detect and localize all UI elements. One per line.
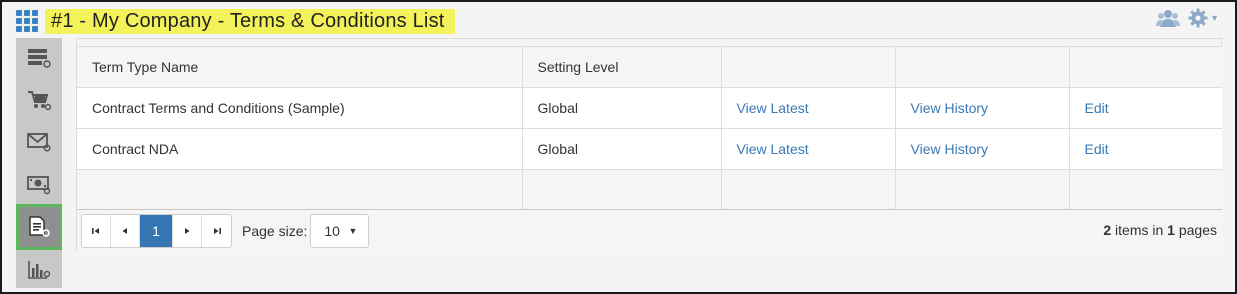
term-type-name-cell: Contract Terms and Conditions (Sample): [77, 87, 523, 129]
page-size-select[interactable]: 10 ▼: [310, 214, 370, 248]
sidebar: [16, 38, 62, 288]
money-settings-icon: [27, 176, 51, 195]
sidebar-item-cart[interactable]: [16, 80, 62, 120]
gear-icon: [1188, 8, 1208, 28]
view-latest-link[interactable]: View Latest: [737, 141, 809, 157]
pager-info: 2 items in 1 pages: [1103, 222, 1217, 238]
table-empty-row: [77, 169, 1222, 211]
envelope-settings-icon: [27, 133, 51, 152]
pager-buttons: 1: [81, 214, 232, 248]
sidebar-item-reports[interactable]: [16, 250, 62, 290]
view-history-link[interactable]: View History: [911, 100, 989, 116]
previous-page-icon: [122, 228, 127, 234]
setting-level-cell: Global: [522, 128, 722, 170]
pages-text: pages: [1174, 222, 1217, 238]
previous-page-button[interactable]: [111, 215, 140, 247]
sidebar-item-currency[interactable]: [16, 164, 62, 204]
users-icon[interactable]: [1156, 8, 1181, 28]
edit-link[interactable]: Edit: [1085, 141, 1109, 157]
page-title: #1 - My Company - Terms & Conditions Lis…: [45, 8, 455, 34]
cart-settings-icon: [28, 91, 51, 111]
chevron-down-icon: ▼: [348, 226, 358, 236]
items-in-text: items in: [1111, 222, 1168, 238]
title-bar: #1 - My Company - Terms & Conditions Lis…: [16, 7, 455, 35]
edit-link[interactable]: Edit: [1085, 100, 1109, 116]
window-frame: #1 - My Company - Terms & Conditions Lis…: [0, 0, 1237, 294]
chevron-down-icon: ▼: [1210, 13, 1219, 23]
chart-settings-icon: [28, 261, 51, 279]
table-row: Contract Terms and Conditions (Sample) G…: [77, 87, 1222, 129]
page-count: 1: [1167, 222, 1175, 238]
column-header-edit: [1069, 47, 1222, 88]
sidebar-item-documents[interactable]: [16, 204, 62, 250]
current-page-button[interactable]: 1: [140, 215, 173, 247]
settings-menu[interactable]: ▼: [1188, 8, 1219, 28]
page-size-label: Page size:: [242, 223, 308, 239]
column-header-setting-level[interactable]: Setting Level: [522, 47, 722, 88]
term-type-name-cell: Contract NDA: [77, 128, 523, 170]
item-count: 2: [1103, 222, 1112, 238]
setting-level-cell: Global: [522, 87, 722, 129]
view-latest-link[interactable]: View Latest: [737, 100, 809, 116]
server-settings-icon: [28, 49, 51, 68]
first-page-icon: [92, 228, 99, 234]
view-history-link[interactable]: View History: [911, 141, 989, 157]
terms-grid: Term Type Name Setting Level Contract Te…: [76, 38, 1222, 252]
column-header-view-latest: [721, 47, 896, 88]
terms-table: Term Type Name Setting Level Contract Te…: [77, 47, 1222, 211]
column-header-term-type-name[interactable]: Term Type Name: [77, 47, 523, 88]
apps-grid-icon[interactable]: [16, 10, 38, 32]
table-row: Contract NDA Global View Latest View His…: [77, 128, 1222, 170]
top-right-toolbar: ▼: [1156, 8, 1219, 28]
sidebar-item-email[interactable]: [16, 122, 62, 162]
first-page-button[interactable]: [82, 215, 111, 247]
next-page-icon: [185, 228, 190, 234]
next-page-button[interactable]: [173, 215, 202, 247]
last-page-icon: [213, 228, 221, 234]
last-page-button[interactable]: [202, 215, 231, 247]
page-size-value: 10: [324, 223, 340, 239]
document-settings-icon: [29, 216, 50, 237]
sidebar-item-servers[interactable]: [16, 38, 62, 78]
pager: 1 Page size: 10 ▼ 2 items in 1 pages: [77, 209, 1222, 252]
column-header-view-history: [895, 47, 1070, 88]
table-header-row: Term Type Name Setting Level: [77, 47, 1222, 88]
